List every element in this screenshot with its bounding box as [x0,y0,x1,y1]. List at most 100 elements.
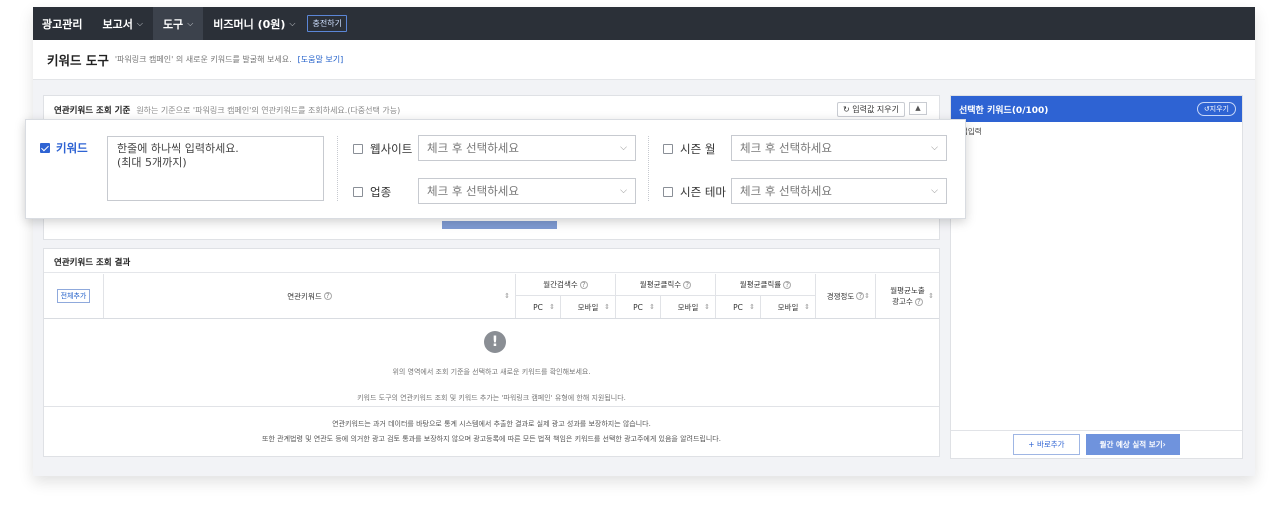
nav-label: 광고관리 [42,17,83,31]
charge-button[interactable]: 충전하기 [307,15,347,32]
industry-option[interactable]: 업종 [353,184,391,200]
help-icon[interactable]: ? [579,280,588,289]
nav-label: 비즈머니 (0원) [213,17,286,31]
collapse-button[interactable]: ▲ [909,102,927,115]
keyword-option[interactable]: 키워드 [40,140,88,156]
notice-line: 연관키워드는 과거 데이터를 바탕으로 통계 시스템에서 추출한 결과로 실제 … [332,420,651,428]
col-keyword[interactable]: 연관키워드? ⇕ [104,274,516,318]
industry-label: 업종 [370,185,392,199]
sub-mobile[interactable]: 모바일 ⇕ [561,296,616,318]
empty-message: 위의 영역에서 조회 기준을 선택하고 새로운 키워드를 확인해보세요. [392,368,591,376]
nav-ad-management[interactable]: 광고관리 [33,7,92,40]
monthly-estimate-button[interactable]: 월간 예상 실적 보기› [1085,434,1180,455]
keyword-checkbox[interactable] [40,143,50,153]
season-month-checkbox[interactable] [663,144,673,154]
sort-icon[interactable]: ⇕ [864,292,870,300]
sort-icon[interactable]: ⇕ [749,303,755,311]
website-option[interactable]: 웹사이트 [353,141,412,157]
chevron-down-icon: ⌵ [289,18,296,28]
help-icon[interactable]: ? [683,280,692,289]
help-icon[interactable]: ? [323,292,332,300]
sort-icon[interactable]: ⇕ [928,292,934,300]
col-avg-ads[interactable]: 월평균노출 광고수? ⇕ [876,274,939,318]
add-all-button[interactable]: 전체추가 [56,289,91,303]
chevron-down-icon: ⌵ [931,186,938,196]
sort-icon[interactable]: ⇕ [604,303,610,311]
sub-mobile[interactable]: 모바일 ⇕ [661,296,716,318]
result-card: 연관키워드 조회 결과 전체추가 연관키워드? ⇕ 월간검색수? 월평균클릭수? … [43,248,940,457]
col-monthly-search: 월간검색수? [516,274,616,296]
col-label: 월간검색수 [543,280,578,289]
criteria-description: 원하는 기준으로 '파워링크 캠페인'의 연관키워드를 조회하세요.(다중선택 … [136,105,401,115]
help-link[interactable]: [도움말 보기] [298,54,344,65]
clear-button[interactable]: ↺지우기 [1196,102,1236,116]
website-checkbox[interactable] [353,144,363,154]
help-icon[interactable]: ? [783,280,792,289]
chevron-down-icon: ⌵ [931,143,938,153]
sub-label: 모바일 [577,302,599,312]
refresh-icon: ↻ [843,105,853,114]
search-button[interactable] [442,221,557,229]
website-label: 웹사이트 [370,142,413,156]
col-label: 월평균노출 [890,286,925,295]
industry-checkbox[interactable] [353,187,363,197]
page-title-bar: 키워드 도구 '파워링크 캠페인' 의 새로운 키워드를 발굴해 보세요. [도… [33,40,1255,80]
sub-pc[interactable]: PC ⇕ [616,296,661,318]
page-subtitle: '파워링크 캠페인' 의 새로운 키워드를 발굴해 보세요. [114,55,292,64]
chevron-down-icon: ⌵ [620,186,627,196]
nav-label: 도구 [162,17,184,31]
selected-keywords-panel: 선택한 키워드(0/100) ↺지우기 접입력 + 바로추가 월간 예상 실적 … [950,95,1243,459]
keyword-label: 키워드 [56,141,88,155]
season-theme-select[interactable]: 체크 후 선택하세요 ⌵ [731,178,947,204]
selected-keywords-header: 선택한 키워드(0/100) ↺지우기 [951,96,1242,122]
nav-reports[interactable]: 보고서 ⌵ [92,7,152,40]
season-month-select[interactable]: 체크 후 선택하세요 ⌵ [731,135,947,161]
industry-select[interactable]: 체크 후 선택하세요 ⌵ [418,178,636,204]
season-theme-checkbox[interactable] [663,187,673,197]
keyword-placeholder: 한줄에 하나씩 입력하세요. [117,142,239,155]
top-nav: 광고관리 보고서 ⌵ 도구 ⌵ 비즈머니 (0원) ⌵ 충전하기 [33,7,1255,40]
help-icon[interactable]: ? [914,298,923,306]
col-avg-clicks: 월평균클릭수? [616,274,716,296]
info-icon: ! [484,331,506,353]
sub-pc[interactable]: PC ⇕ [516,296,561,318]
select-value: 체크 후 선택하세요 [740,141,832,155]
keyword-textarea[interactable]: 한줄에 하나씩 입력하세요. (최대 5개까지) [107,136,324,201]
selected-keywords-title: 선택한 키워드(0/100) [959,105,1049,116]
season-month-option[interactable]: 시즌 월 [663,141,715,157]
reset-input-button[interactable]: ↻ 입력값 지우기 [837,102,905,117]
nav-label: 보고서 [102,17,133,31]
page-title: 키워드 도구 [47,53,109,68]
chevron-down-icon: ⌵ [136,18,143,28]
nav-tools[interactable]: 도구 ⌵ [152,7,204,40]
sort-icon[interactable]: ⇕ [704,303,710,311]
col-label-line2: 광고수? [892,296,923,307]
notice-line: 또한 관계법령 및 연관도 등에 의거한 광고 검토 통과를 보장하지 않으며 … [262,435,721,443]
col-competition[interactable]: 경쟁정도? ⇕ [816,274,876,318]
season-theme-option[interactable]: 시즌 테마 [663,184,726,200]
help-icon[interactable]: ? [856,292,865,300]
support-message: 키워드 도구의 연관키워드 조회 및 키워드 추가는 '파워링크 캠페인' 유형… [357,394,626,402]
sub-mobile[interactable]: 모바일 ⇕ [761,296,816,318]
col-keyword-label: 연관키워드 [287,291,322,301]
sort-icon[interactable]: ⇕ [549,303,555,311]
divider [337,136,338,201]
direct-input-hint[interactable]: 접입력 [951,122,1242,141]
chevron-down-icon: ⌵ [620,143,627,153]
season-month-label: 시즌 월 [680,142,716,156]
nav-bizmoney[interactable]: 비즈머니 (0원) ⌵ [203,7,305,40]
website-select[interactable]: 체크 후 선택하세요 ⌵ [418,135,636,161]
col-label: 월평균클릭수 [639,280,682,289]
sub-pc[interactable]: PC ⇕ [716,296,761,318]
up-arrow-icon: ▲ [915,104,921,112]
season-theme-label: 시즌 테마 [680,185,726,199]
sort-icon[interactable]: ⇕ [649,303,655,311]
sort-icon[interactable]: ⇕ [504,292,510,300]
result-title: 연관키워드 조회 결과 [44,249,939,273]
selected-keywords-footer: + 바로추가 월간 예상 실적 보기› [951,430,1242,458]
sort-icon[interactable]: ⇕ [804,303,810,311]
sub-label: PC [733,302,743,312]
sub-label: 모바일 [677,302,699,312]
select-value: 체크 후 선택하세요 [740,184,832,198]
add-now-button[interactable]: + 바로추가 [1013,434,1080,455]
